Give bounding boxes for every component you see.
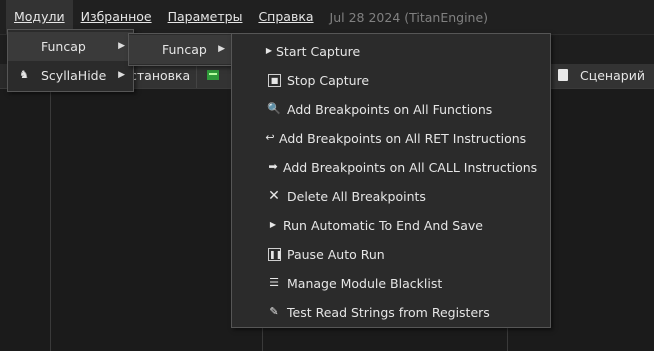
script-icon — [558, 69, 568, 81]
edit-icon: ✎ — [269, 305, 279, 318]
funcap-actions-menu: ▶ Start Capture ■ Stop Capture 🔍 Add Bre… — [231, 33, 551, 328]
run-auto-item[interactable]: ▶ Run Automatic To End And Save — [232, 211, 550, 240]
menu-options[interactable]: Параметры — [160, 0, 251, 34]
stop-capture-item[interactable]: ■ Stop Capture — [232, 66, 550, 95]
magnifier-icon: 🔍 — [267, 102, 281, 115]
return-icon: ↩ — [265, 131, 275, 144]
x-icon: ✕ — [268, 188, 280, 204]
add-bp-ret-item[interactable]: ↩ Add Breakpoints on All RET Instruction… — [232, 124, 550, 153]
pause-auto-item[interactable]: ❚❚ Pause Auto Run — [232, 240, 550, 269]
list-icon: ☰ — [269, 276, 279, 289]
memory-tab[interactable] — [197, 64, 234, 88]
chevron-right-icon: ▶ — [118, 70, 125, 80]
play-icon: ▶ — [265, 46, 273, 55]
pause-icon: ❚❚ — [268, 248, 283, 261]
menu-help[interactable]: Справка — [250, 0, 321, 34]
delete-bp-item[interactable]: ✕ Delete All Breakpoints — [232, 182, 550, 211]
add-bp-functions-item[interactable]: 🔍 Add Breakpoints on All Functions — [232, 95, 550, 124]
pane-divider — [50, 89, 51, 351]
modules-menu: Funcap ▶ ♞ ScyllaHide ▶ — [7, 29, 134, 92]
chevron-right-icon: ▶ — [118, 41, 125, 51]
stop-icon: ■ — [268, 74, 281, 87]
funcap-submenu: Funcap ▶ — [128, 33, 234, 66]
chevron-right-icon: ▶ — [218, 44, 225, 54]
menu-item-funcap-sub[interactable]: Funcap ▶ — [129, 35, 233, 64]
manage-blacklist-item[interactable]: ☰ Manage Module Blacklist — [232, 269, 550, 298]
memory-icon — [207, 70, 219, 80]
build-info: Jul 28 2024 (TitanEngine) — [329, 9, 489, 25]
start-capture-item[interactable]: ▶ Start Capture — [232, 37, 550, 66]
scyllahide-icon: ♞ — [19, 68, 29, 81]
menu-item-funcap[interactable]: Funcap ▶ — [8, 32, 133, 61]
test-read-strings-item[interactable]: ✎ Test Read Strings from Registers — [232, 298, 550, 327]
run-icon: ▶ — [269, 220, 277, 229]
add-bp-call-item[interactable]: ➡ Add Breakpoints on All CALL Instructio… — [232, 153, 550, 182]
menu-item-scyllahide[interactable]: ♞ ScyllaHide ▶ — [8, 61, 133, 90]
script-tab[interactable]: Сценарий — [549, 64, 654, 88]
call-arrow-icon: ➡ — [268, 160, 278, 173]
